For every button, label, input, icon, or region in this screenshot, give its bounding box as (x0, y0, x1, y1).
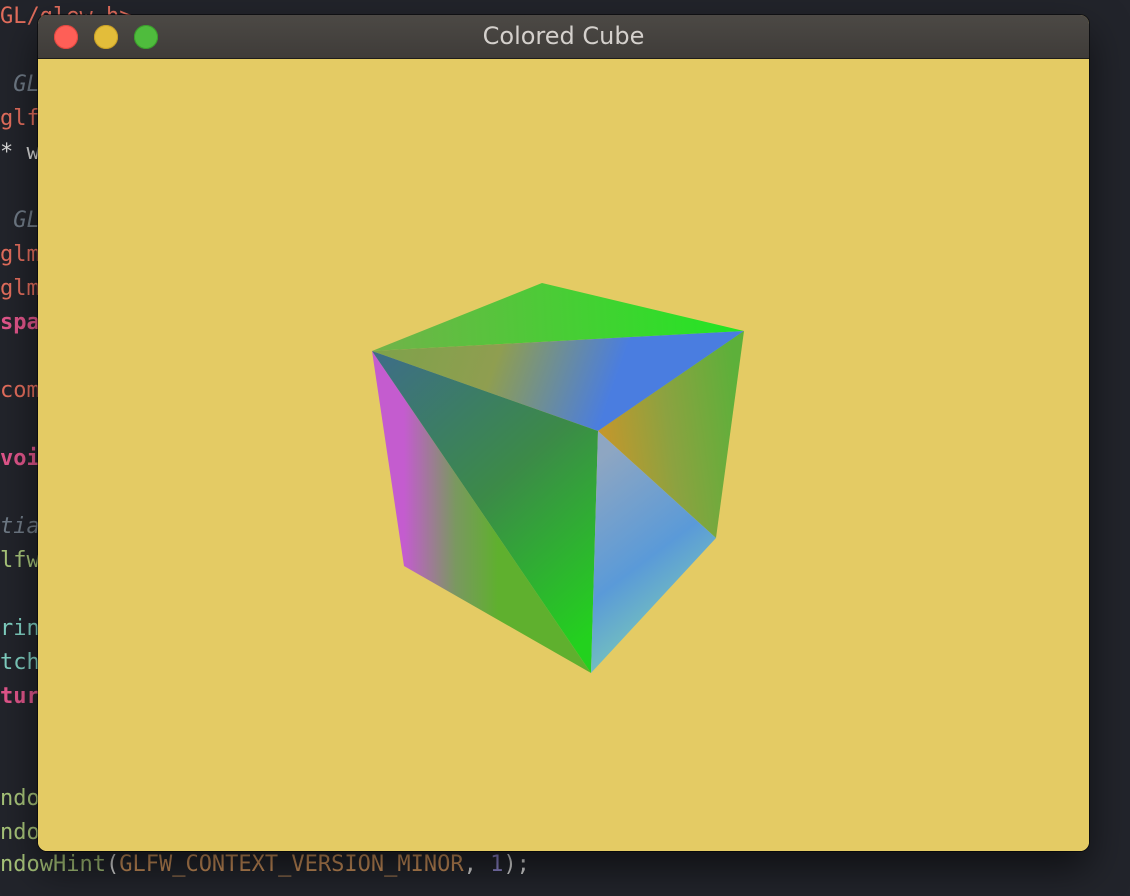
code-line: glm (0, 276, 40, 301)
cube-render (372, 283, 744, 673)
code-line-window-hint: ndowHint(GLFW_CONTEXT_VERSION_MINOR, 1); (0, 852, 530, 877)
code-line: GL (0, 208, 40, 233)
code-line: GL (0, 72, 40, 97)
code-line: spa (0, 310, 40, 335)
gl-viewport[interactable] (38, 59, 1089, 851)
code-line: rin (0, 616, 40, 641)
code-line: voi (0, 446, 40, 471)
code-line: ndo (0, 820, 40, 845)
app-window[interactable]: Colored Cube (38, 15, 1089, 851)
code-line: tch (0, 650, 40, 675)
code-line: com (0, 378, 40, 403)
code-line: ndo (0, 786, 40, 811)
code-line: * w (0, 140, 40, 165)
code-line: tia (0, 514, 40, 539)
code-line: tur (0, 684, 40, 709)
code-line: glm (0, 242, 40, 267)
window-title: Colored Cube (482, 22, 645, 50)
code-line: lfw (0, 548, 40, 573)
title-bar[interactable]: Colored Cube (38, 15, 1089, 59)
code-line: glf (0, 106, 40, 131)
